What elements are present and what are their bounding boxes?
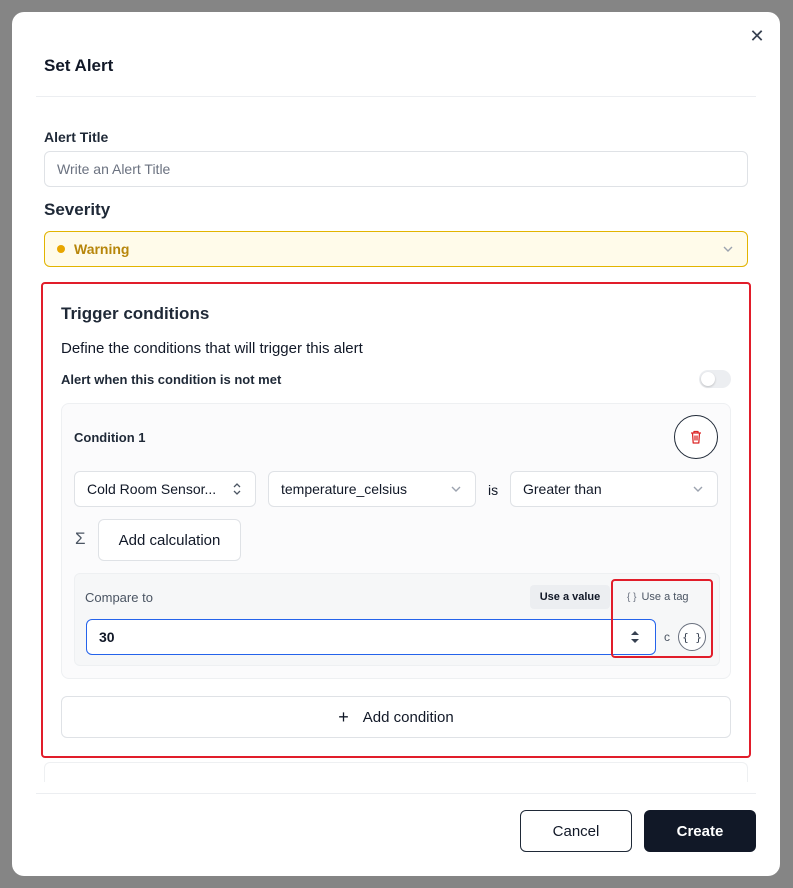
- source-select[interactable]: Cold Room Sensor...: [74, 471, 256, 507]
- toggle-knob: [701, 372, 715, 386]
- chevron-down-icon: [451, 486, 461, 492]
- chevron-down-icon: [693, 486, 703, 492]
- compare-label: Compare to: [85, 590, 153, 605]
- condition-label: Condition 1: [74, 430, 146, 445]
- severity-label: Severity: [44, 200, 111, 219]
- updown-chevron-icon: [233, 483, 241, 495]
- add-condition-button[interactable]: + Add condition: [61, 696, 731, 738]
- field-select[interactable]: temperature_celsius: [268, 471, 476, 507]
- operator-select[interactable]: Greater than: [510, 471, 718, 507]
- dialog-title: Set Alert: [44, 56, 114, 75]
- footer-divider: [36, 793, 756, 794]
- severity-select[interactable]: Warning: [44, 231, 748, 267]
- not-met-label: Alert when this condition is not met: [61, 372, 282, 387]
- use-tag-tab[interactable]: { } Use a tag: [627, 585, 689, 609]
- operator-prefix: is: [488, 482, 499, 498]
- operator-value: Greater than: [523, 481, 602, 497]
- compare-value-input[interactable]: [86, 619, 656, 655]
- create-button[interactable]: Create: [644, 810, 756, 852]
- alert-title-input[interactable]: [44, 151, 748, 187]
- cancel-button[interactable]: Cancel: [520, 810, 632, 852]
- chevron-down-icon: [723, 246, 733, 252]
- add-condition-label: Add condition: [362, 708, 454, 726]
- use-tag-label: Use a tag: [641, 591, 689, 603]
- next-section-card: [44, 762, 748, 782]
- delete-condition-button[interactable]: [674, 415, 718, 459]
- add-calculation-button[interactable]: Add calculation: [98, 519, 241, 561]
- use-value-tab[interactable]: Use a value: [530, 585, 610, 609]
- insert-tag-button[interactable]: { }: [678, 623, 706, 651]
- source-value: Cold Room Sensor...: [87, 481, 217, 497]
- trigger-title: Trigger conditions: [61, 304, 210, 323]
- severity-value: Warning: [74, 241, 130, 257]
- warning-dot-icon: [57, 245, 65, 253]
- field-value: temperature_celsius: [281, 481, 408, 497]
- set-alert-dialog: ✕ Set Alert Alert Title Severity Warning…: [12, 12, 780, 876]
- braces-icon: { }: [627, 591, 637, 603]
- trash-icon: [691, 430, 701, 444]
- close-icon[interactable]: ✕: [747, 26, 767, 46]
- number-spinner-icon[interactable]: [629, 629, 641, 645]
- sigma-icon: Σ: [75, 529, 86, 548]
- unit-label: c: [664, 630, 670, 644]
- not-met-toggle[interactable]: [699, 370, 731, 388]
- plus-icon: +: [338, 706, 349, 727]
- trigger-description: Define the conditions that will trigger …: [61, 340, 363, 357]
- header-divider: [36, 96, 756, 97]
- alert-title-label: Alert Title: [44, 129, 109, 145]
